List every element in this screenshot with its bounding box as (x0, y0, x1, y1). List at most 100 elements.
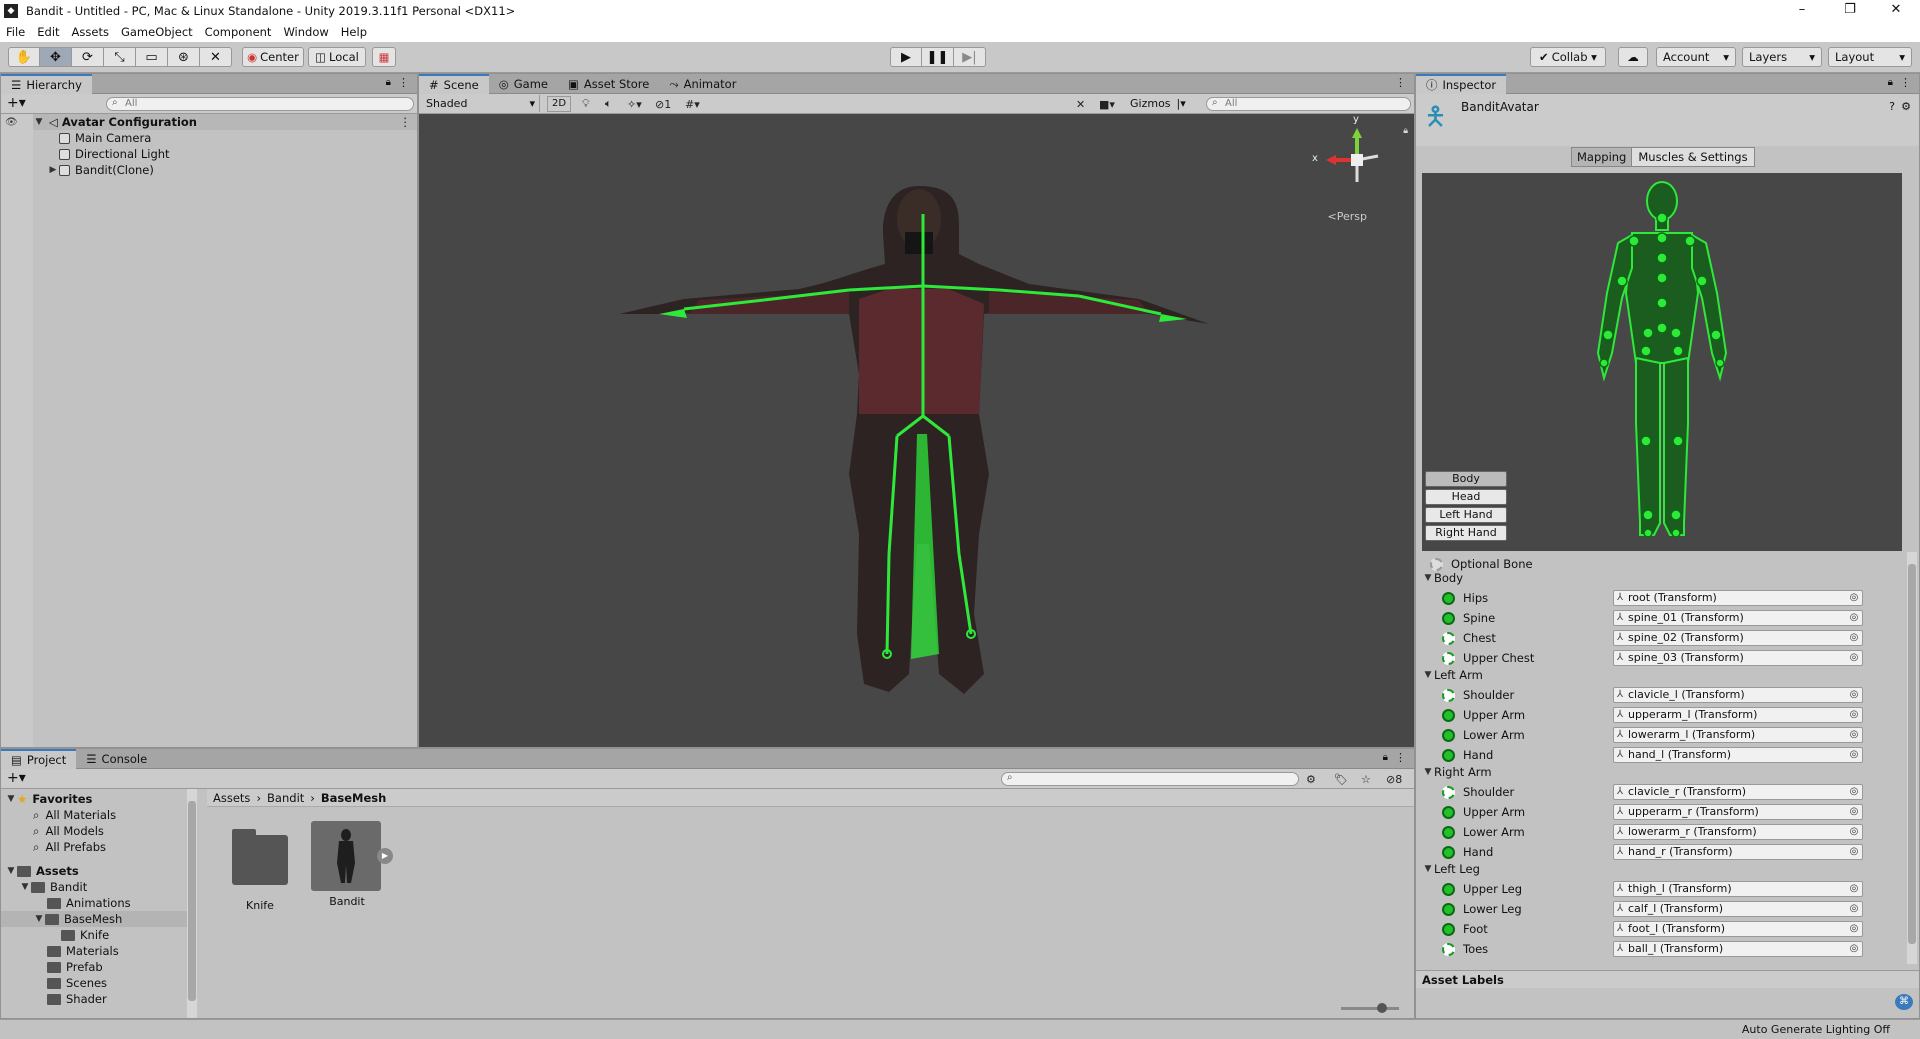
object-picker-icon[interactable]: ◎ (1848, 651, 1860, 665)
section-left-leg[interactable]: ▼ Left Leg (1422, 861, 1480, 877)
tab-inspector[interactable]: ⓘ Inspector (1416, 74, 1507, 94)
inspector-scrollbar[interactable] (1907, 552, 1917, 964)
menu-window[interactable]: Window (277, 25, 334, 39)
gizmos-dropdown[interactable]: Gizmos |▾ (1130, 95, 1186, 112)
play-icon[interactable]: ▶ (890, 47, 922, 67)
filter-type-icon[interactable]: ⚙ (1306, 771, 1316, 787)
tree-item-shader[interactable]: Shader (47, 991, 197, 1007)
layers-dropdown[interactable]: Layers ▾ (1742, 47, 1822, 67)
object-picker-icon[interactable]: ◎ (1848, 805, 1860, 819)
bone-transform-field[interactable]: ⅄ foot_l (Transform) ◎ (1613, 921, 1863, 937)
kebab-menu-icon[interactable]: ⋮ (1395, 751, 1406, 764)
tree-item-scenes[interactable]: Scenes (47, 975, 197, 991)
tree-item-all-materials[interactable]: ⌕ All Materials (33, 807, 197, 823)
project-search-input[interactable]: ⌕ (1001, 772, 1299, 786)
settings-icon[interactable]: ⚙ (1901, 100, 1911, 113)
tree-item-prefab[interactable]: Prefab (47, 959, 197, 975)
tree-item-animations[interactable]: Animations (47, 895, 197, 911)
step-icon[interactable]: ▶| (954, 47, 986, 67)
section-body[interactable]: ▼ Body (1422, 570, 1464, 586)
hierarchy-search-input[interactable]: ⌕ All (106, 97, 414, 111)
hierarchy-item-main-camera[interactable]: Main Camera (59, 130, 417, 146)
tab-muscles-settings[interactable]: Muscles & Settings (1632, 147, 1755, 167)
object-picker-icon[interactable]: ◎ (1848, 942, 1860, 956)
bone-transform-field[interactable]: ⅄ ball_l (Transform) ◎ (1613, 941, 1863, 957)
help-icon[interactable]: ? (1889, 100, 1895, 113)
lock-icon[interactable]: 🔒︎ (1888, 77, 1893, 88)
filter-label-icon[interactable]: 🏷︎ (1334, 771, 1348, 787)
hand-tool-icon[interactable]: ✋ (8, 47, 40, 67)
favorite-star-icon[interactable]: ☆ (1361, 771, 1371, 787)
gizmo-lock-icon[interactable]: 🔒︎ (1403, 126, 1408, 136)
scrollbar-thumb[interactable] (1908, 564, 1916, 944)
layout-dropdown[interactable]: Layout ▾ (1828, 47, 1912, 67)
object-picker-icon[interactable]: ◎ (1848, 631, 1860, 645)
view-head-button[interactable]: Head (1425, 489, 1507, 505)
bone-transform-field[interactable]: ⅄ root (Transform) ◎ (1613, 590, 1863, 606)
tab-scene[interactable]: # Scene (419, 74, 489, 94)
tree-favorites[interactable]: ▼ ★ Favorites (5, 791, 197, 807)
object-picker-icon[interactable]: ◎ (1848, 611, 1860, 625)
bone-transform-field[interactable]: ⅄ upperarm_l (Transform) ◎ (1613, 707, 1863, 723)
grid-snap-icon[interactable]: ▦ (372, 47, 396, 67)
view-body-button[interactable]: Body (1425, 471, 1507, 487)
audio-icon[interactable]: 🔈︎ (605, 96, 612, 112)
tree-item-materials[interactable]: Materials (47, 943, 197, 959)
object-picker-icon[interactable]: ◎ (1848, 825, 1860, 839)
toggle-2d-button[interactable]: 2D (547, 96, 571, 112)
tab-asset-store[interactable]: ▣ Asset Store (558, 74, 659, 94)
menu-gameobject[interactable]: GameObject (115, 25, 199, 39)
kebab-menu-icon[interactable]: ⋮ (1900, 76, 1911, 89)
expand-down-icon[interactable]: ▼ (33, 117, 45, 127)
pivot-local-button[interactable]: ◫ Local (308, 47, 366, 67)
object-picker-icon[interactable]: ◎ (1848, 591, 1860, 605)
view-right-hand-button[interactable]: Right Hand (1425, 525, 1507, 541)
section-left-arm[interactable]: ▼ Left Arm (1422, 667, 1483, 683)
scene-search-input[interactable]: ⌕ All (1206, 97, 1411, 111)
rect-tool-icon[interactable]: ▭ (136, 47, 168, 67)
menu-component[interactable]: Component (199, 25, 278, 39)
view-left-hand-button[interactable]: Left Hand (1425, 507, 1507, 523)
avatar-body-view[interactable]: Body Head Left Hand Right Hand (1422, 173, 1902, 551)
hidden-objects-toggle[interactable]: ⊘ 1 (655, 96, 671, 112)
asset-item-knife[interactable]: Knife (229, 829, 291, 912)
bone-transform-field[interactable]: ⅄ clavicle_r (Transform) ◎ (1613, 784, 1863, 800)
object-picker-icon[interactable]: ◎ (1848, 882, 1860, 896)
menu-help[interactable]: Help (335, 25, 373, 39)
breadcrumb-basemesh[interactable]: BaseMesh (321, 791, 386, 805)
axis-gizmo[interactable]: y x (1312, 114, 1392, 192)
bone-transform-field[interactable]: ⅄ spine_03 (Transform) ◎ (1613, 650, 1863, 666)
tab-game[interactable]: ◎ Game (489, 74, 558, 94)
hidden-packages-toggle[interactable]: ⊘ 8 (1386, 771, 1402, 787)
expand-asset-icon[interactable]: ▶ (377, 848, 393, 864)
bone-transform-field[interactable]: ⅄ upperarm_r (Transform) ◎ (1613, 804, 1863, 820)
move-tool-icon[interactable]: ✥ (40, 47, 72, 67)
scale-tool-icon[interactable]: ⤡ (104, 47, 136, 67)
tree-assets[interactable]: ▼ Assets (5, 863, 197, 879)
cloud-icon[interactable]: ☁ (1618, 47, 1648, 67)
bone-transform-field[interactable]: ⅄ lowerarm_l (Transform) ◎ (1613, 727, 1863, 743)
shading-mode-dropdown[interactable]: Shaded ▾ (422, 95, 540, 112)
tab-mapping[interactable]: Mapping (1571, 147, 1633, 167)
lighting-icon[interactable]: 💡︎ (582, 96, 590, 112)
object-picker-icon[interactable]: ◎ (1848, 922, 1860, 936)
minimize-icon[interactable]: – (1780, 0, 1824, 21)
object-picker-icon[interactable]: ◎ (1848, 902, 1860, 916)
thumbnail-size-slider[interactable] (1341, 1003, 1399, 1013)
object-picker-icon[interactable]: ◎ (1848, 748, 1860, 762)
bone-transform-field[interactable]: ⅄ thigh_l (Transform) ◎ (1613, 881, 1863, 897)
tree-item-all-models[interactable]: ⌕ All Models (33, 823, 197, 839)
menu-assets[interactable]: Assets (66, 25, 115, 39)
transform-tool-icon[interactable]: ⊛ (168, 47, 200, 67)
bone-transform-field[interactable]: ⅄ hand_r (Transform) ◎ (1613, 844, 1863, 860)
create-icon[interactable]: +▾ (7, 770, 26, 786)
lock-icon[interactable]: 🔒︎ (386, 77, 391, 88)
pivot-center-button[interactable]: ◉ Center (242, 47, 304, 67)
expand-right-icon[interactable]: ▶ (47, 165, 59, 175)
rotate-tool-icon[interactable]: ⟳ (72, 47, 104, 67)
bone-transform-field[interactable]: ⅄ spine_02 (Transform) ◎ (1613, 630, 1863, 646)
tab-hierarchy[interactable]: ☰ Hierarchy (1, 74, 92, 94)
scene-row[interactable]: ▼ ◁ Avatar Configuration ⋮ (33, 114, 417, 130)
create-icon[interactable]: +▾ (7, 95, 26, 111)
asset-labels-header[interactable]: Asset Labels (1416, 970, 1919, 988)
